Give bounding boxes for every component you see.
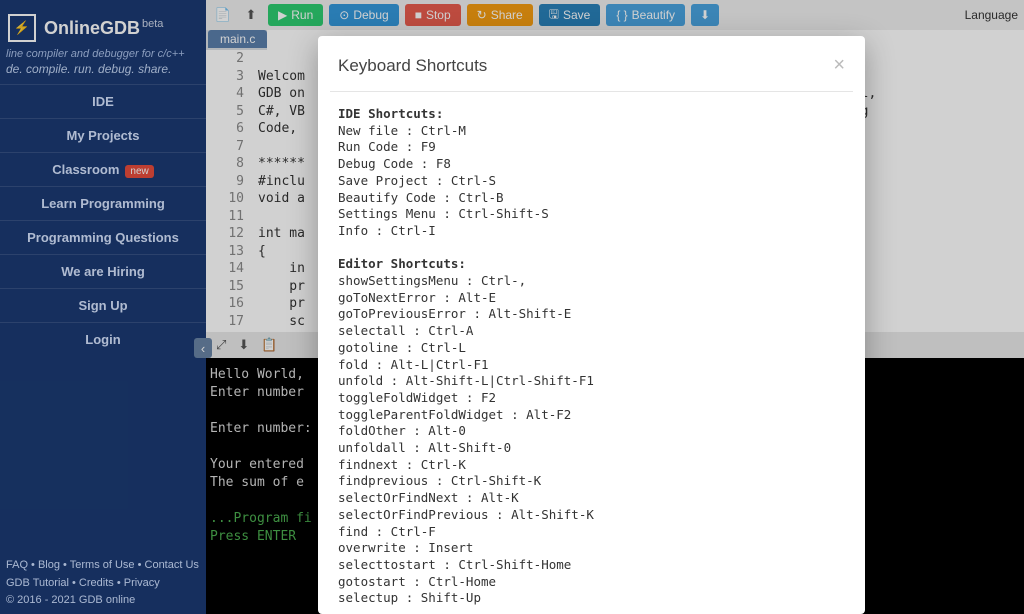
tagline-1: line compiler and debugger for c/c++: [0, 44, 206, 62]
expand-icon[interactable]: ⤢: [216, 337, 226, 353]
footer-row-1[interactable]: FAQ • Blog • Terms of Use • Contact Us: [6, 557, 200, 575]
language-label[interactable]: Language: [965, 8, 1018, 22]
footer-links: FAQ • Blog • Terms of Use • Contact Us G…: [0, 551, 206, 614]
copyright: © 2016 - 2021 GDB online: [6, 592, 200, 610]
line-gutter: 2 3 4 5 6 7 8 9 10 11 12 13 14 15 16 17: [206, 50, 252, 330]
new-file-icon[interactable]: 📄: [212, 4, 234, 26]
stop-button[interactable]: ■ Stop: [405, 4, 461, 26]
copy-output-icon[interactable]: 📋: [261, 337, 277, 353]
tab-bar: main.c: [206, 30, 267, 50]
nav-questions[interactable]: Programming Questions: [0, 220, 206, 254]
nav-classroom[interactable]: Classroom: [0, 152, 206, 186]
debug-button[interactable]: ⊙ Debug: [329, 4, 398, 26]
nav-ide[interactable]: IDE: [0, 84, 206, 118]
run-button[interactable]: ▶ Run: [268, 4, 323, 26]
tagline-2: de. compile. run. debug. share.: [0, 62, 206, 84]
download-button[interactable]: ⬇: [691, 4, 719, 26]
nav-learn[interactable]: Learn Programming: [0, 186, 206, 220]
save-button[interactable]: 🖫 Save: [539, 4, 601, 26]
beautify-button[interactable]: { } Beautify: [606, 4, 685, 26]
close-icon[interactable]: ×: [833, 54, 845, 77]
brand-name: OnlineGDB: [44, 18, 140, 39]
beta-badge: beta: [142, 18, 163, 30]
nav-login[interactable]: Login: [0, 322, 206, 356]
toolbar: 📄 ⬆ ▶ Run ⊙ Debug ■ Stop ↻ Share 🖫 Save …: [206, 0, 1024, 30]
share-button[interactable]: ↻ Share: [467, 4, 533, 26]
download-output-icon[interactable]: ⬇: [238, 337, 249, 353]
modal-title: Keyboard Shortcuts: [338, 56, 487, 76]
nav-signup[interactable]: Sign Up: [0, 288, 206, 322]
footer-row-2[interactable]: GDB Tutorial • Credits • Privacy: [6, 575, 200, 593]
tab-main-c[interactable]: main.c: [208, 30, 267, 48]
nav-my-projects[interactable]: My Projects: [0, 118, 206, 152]
lightning-icon: ⚡: [8, 14, 36, 42]
nav-hiring[interactable]: We are Hiring: [0, 254, 206, 288]
collapse-sidebar-icon[interactable]: ‹: [194, 338, 212, 358]
keyboard-shortcuts-modal: Keyboard Shortcuts × IDE Shortcuts: New …: [318, 36, 865, 614]
modal-body: IDE Shortcuts: New file : Ctrl-M Run Cod…: [330, 91, 853, 614]
upload-icon[interactable]: ⬆: [240, 4, 262, 26]
sidebar: ⚡ OnlineGDB beta line compiler and debug…: [0, 0, 206, 614]
logo[interactable]: ⚡ OnlineGDB beta: [0, 0, 206, 44]
